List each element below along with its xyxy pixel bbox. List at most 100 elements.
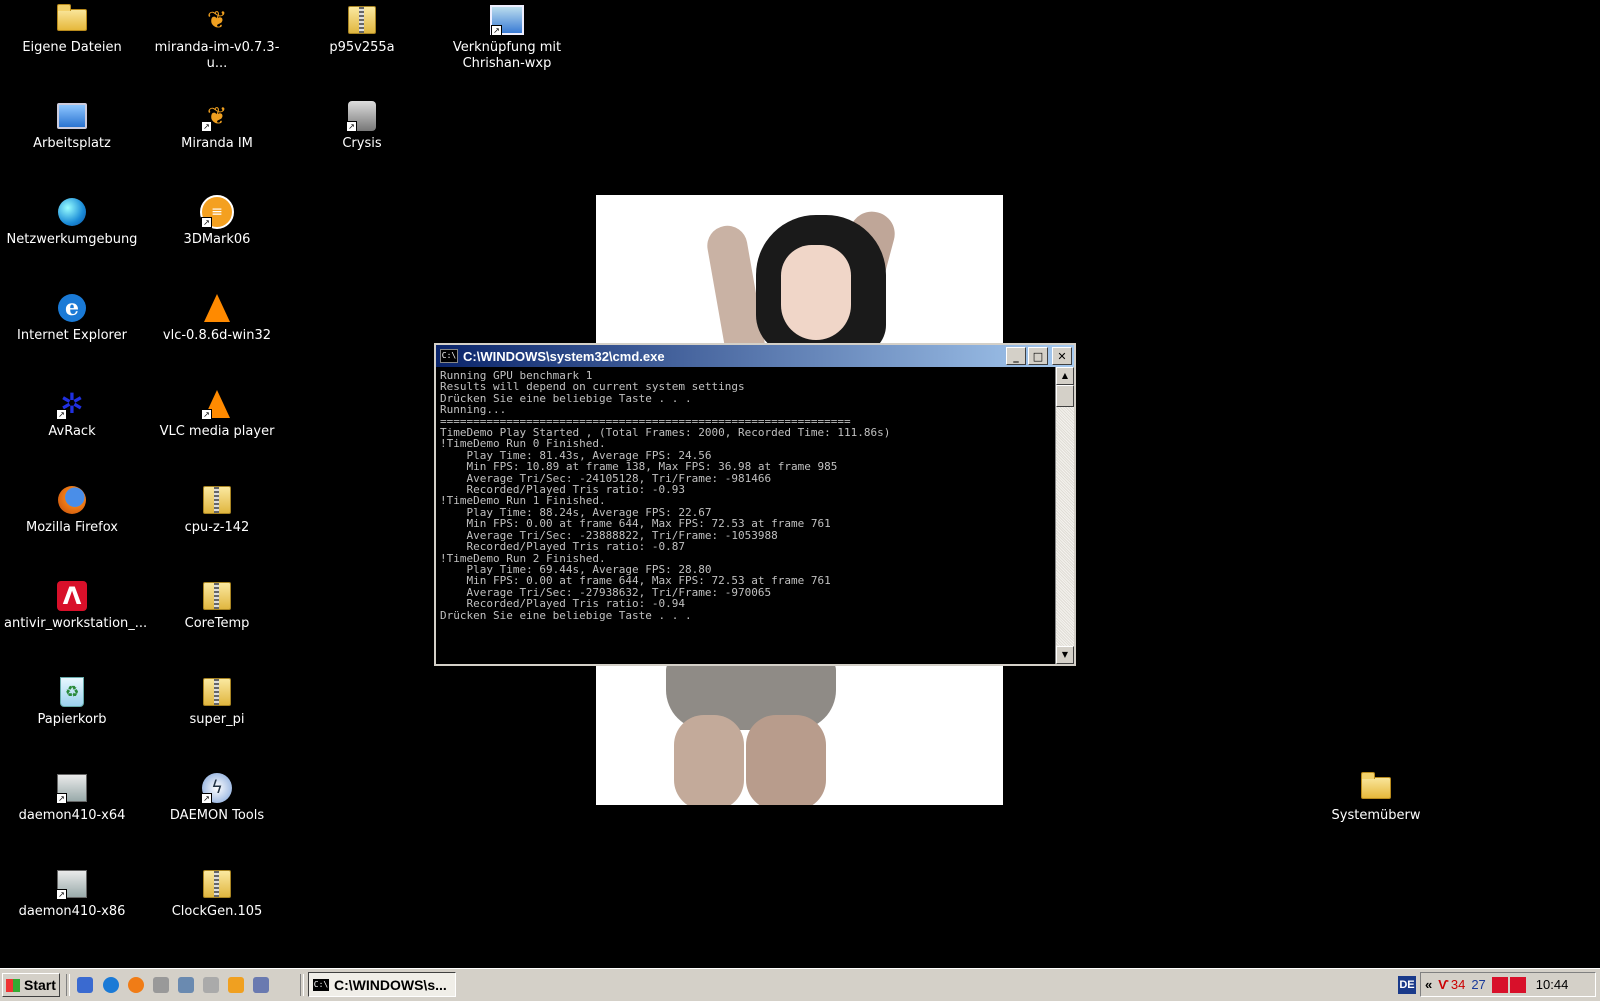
desktop-icon-antivir[interactable]: Λ antivir_workstation_...: [2, 580, 147, 632]
avrack-icon: ✲ ↗: [54, 388, 90, 420]
vertical-scrollbar[interactable]: ▲ ▼: [1055, 367, 1074, 664]
desktop-icon-cpu-z[interactable]: cpu-z-142: [147, 484, 287, 536]
avira-guard-icon[interactable]: [1509, 976, 1526, 993]
desktop-icon-label: daemon410-x86: [18, 904, 126, 919]
internet-explorer-icon[interactable]: [103, 977, 119, 993]
desktop-icon-miranda-installer[interactable]: ❦ miranda-im-v0.7.3-u...: [147, 4, 287, 72]
desktop-icon-label: miranda-im-v0.7.3-u...: [154, 40, 280, 71]
avira-icon: Λ: [54, 580, 90, 612]
desktop-icon-arbeitsplatz[interactable]: Arbeitsplatz: [2, 100, 142, 152]
cmd-window[interactable]: C:\ C:\WINDOWS\system32\cmd.exe _ □ ✕ Ru…: [434, 343, 1076, 666]
desktop-icon-clockgen[interactable]: ClockGen.105: [147, 868, 287, 920]
tray-value-a: 34: [1450, 977, 1466, 992]
desktop-icon-label: Crysis: [342, 136, 382, 151]
scroll-thumb[interactable]: [1056, 385, 1074, 407]
desktop-icon-label: cpu-z-142: [184, 520, 250, 535]
desktop-icon-label: Netzwerkumgebung: [6, 232, 138, 247]
scroll-up-button[interactable]: ▲: [1056, 367, 1074, 385]
desktop-icon-daemon410-x86[interactable]: ↗ daemon410-x86: [2, 868, 142, 920]
drive-icon[interactable]: [203, 977, 219, 993]
setup-icon: ↗: [54, 772, 90, 804]
cmd-title: C:\WINDOWS\system32\cmd.exe: [463, 348, 665, 364]
desktop-icon-label: Eigene Dateien: [22, 40, 122, 55]
folder-icon: [54, 4, 90, 36]
network-shortcut-icon: ↗: [489, 4, 525, 36]
desktop-icon-verknuepfung[interactable]: ↗ Verknüpfung mit Chrishan-wxp: [437, 4, 577, 72]
miranda-icon[interactable]: [228, 977, 244, 993]
desktop-icon-label: Papierkorb: [37, 712, 107, 727]
cmd-console[interactable]: Running GPU benchmark 1 Results will dep…: [436, 367, 1074, 664]
console-icon: C:\: [440, 349, 458, 363]
crysis-icon: ↗: [344, 100, 380, 132]
avira-icon[interactable]: [1491, 976, 1508, 993]
start-button[interactable]: Start: [2, 973, 60, 997]
desktop-icon-label: p95v255a: [329, 40, 395, 55]
desktop-icon-systemueberw[interactable]: Systemüberw: [1306, 772, 1446, 824]
desktop-icon-vlc-installer[interactable]: vlc-0.8.6d-win32: [147, 292, 287, 344]
internet-explorer-icon: e: [54, 292, 90, 324]
tray-expand-button[interactable]: «: [1425, 977, 1432, 992]
document-icon[interactable]: [253, 977, 269, 993]
desktop-icon-miranda-im[interactable]: ❦ ↗ Miranda IM: [147, 100, 287, 152]
daemon-tools-icon: ϟ ↗: [199, 772, 235, 804]
desktop-icon-vlc-media-player[interactable]: ↗ VLC media player: [147, 388, 287, 440]
desktop-icon-label: antivir_workstation_...: [4, 616, 148, 631]
desktop-icon-label: super_pi: [189, 712, 245, 727]
desktop-icon-p95v255a[interactable]: p95v255a: [292, 4, 432, 56]
start-label: Start: [24, 977, 56, 993]
tray-value-b: 27: [1471, 977, 1486, 992]
clock[interactable]: 10:44: [1536, 977, 1569, 992]
setup-icon: ↗: [54, 868, 90, 900]
desktop-icon-label: Systemüberw: [1331, 808, 1421, 823]
scroll-down-button[interactable]: ▼: [1056, 646, 1074, 664]
zip-folder-icon: [199, 676, 235, 708]
desktop-icon-label: Miranda IM: [181, 136, 253, 151]
desktop-icon-label: AvRack: [48, 424, 96, 439]
network-icon: [54, 196, 90, 228]
desktop-icon-papierkorb[interactable]: ♻ Papierkorb: [2, 676, 142, 728]
cmd-output: Running GPU benchmark 1 Results will dep…: [440, 370, 891, 622]
miranda-icon: ❦: [206, 6, 228, 34]
zip-folder-icon: [344, 4, 380, 36]
firefox-icon[interactable]: [128, 977, 144, 993]
miranda-icon: ❦ ↗: [199, 100, 235, 132]
zip-folder-icon: [199, 484, 235, 516]
desktop-icon-coretemp[interactable]: CoreTemp: [147, 580, 287, 632]
vlc-icon: [199, 292, 235, 324]
language-indicator[interactable]: DE: [1398, 976, 1416, 994]
console-icon: C:\: [313, 978, 329, 991]
taskbar-button-cmd[interactable]: C:\ C:\WINDOWS\s...: [308, 972, 456, 997]
minimize-button[interactable]: _: [1006, 347, 1026, 365]
firefox-icon: [54, 484, 90, 516]
desktop-icon-3dmark06[interactable]: ≡ ↗ 3DMark06: [147, 195, 287, 248]
desktop-icon-mozilla-firefox[interactable]: Mozilla Firefox: [2, 484, 142, 536]
desktop-icon-label: 3DMark06: [183, 232, 251, 247]
close-button[interactable]: ✕: [1052, 347, 1072, 365]
cmd-title-bar[interactable]: C:\ C:\WINDOWS\system32\cmd.exe _ □ ✕: [436, 345, 1074, 367]
desktop-icon-crysis[interactable]: ↗ Crysis: [292, 100, 432, 152]
3dmark-icon: ≡ ↗: [199, 195, 235, 229]
desktop-icon-super-pi[interactable]: super_pi: [147, 676, 287, 728]
taskbar-separator: [66, 974, 70, 996]
desktop-icon-daemon-tools[interactable]: ϟ ↗ DAEMON Tools: [147, 772, 287, 824]
taskbar-button-label: C:\WINDOWS\s...: [334, 976, 447, 993]
taskbar: Start C:\ C:\WINDOWS\s... DE « Ѵ 34 27 1…: [0, 968, 1600, 1001]
show-desktop-icon[interactable]: [77, 977, 93, 993]
desktop-icon-netzwerkumgebung[interactable]: Netzwerkumgebung: [2, 196, 142, 248]
desktop-icon-daemon410-x64[interactable]: ↗ daemon410-x64: [2, 772, 142, 824]
folder-icon: [1358, 772, 1394, 804]
desktop-icon-label: Internet Explorer: [17, 328, 127, 343]
maximize-button[interactable]: □: [1028, 347, 1048, 365]
drive-icon[interactable]: [153, 977, 169, 993]
network-icon[interactable]: [178, 977, 194, 993]
desktop-icon-eigene-dateien[interactable]: Eigene Dateien: [2, 4, 142, 56]
desktop-icon-label: daemon410-x64: [18, 808, 126, 823]
zip-folder-icon: [199, 580, 235, 612]
antivir-tray-icon[interactable]: Ѵ: [1438, 977, 1449, 992]
desktop-icon-label: CoreTemp: [184, 616, 250, 631]
desktop-icon-label: vlc-0.8.6d-win32: [162, 328, 272, 343]
desktop-icon-internet-explorer[interactable]: e Internet Explorer: [2, 292, 142, 344]
desktop-icon-avrack[interactable]: ✲ ↗ AvRack: [2, 388, 142, 440]
desktop-icon-label: Arbeitsplatz: [33, 136, 111, 151]
desktop-icon-label: VLC media player: [159, 424, 275, 439]
